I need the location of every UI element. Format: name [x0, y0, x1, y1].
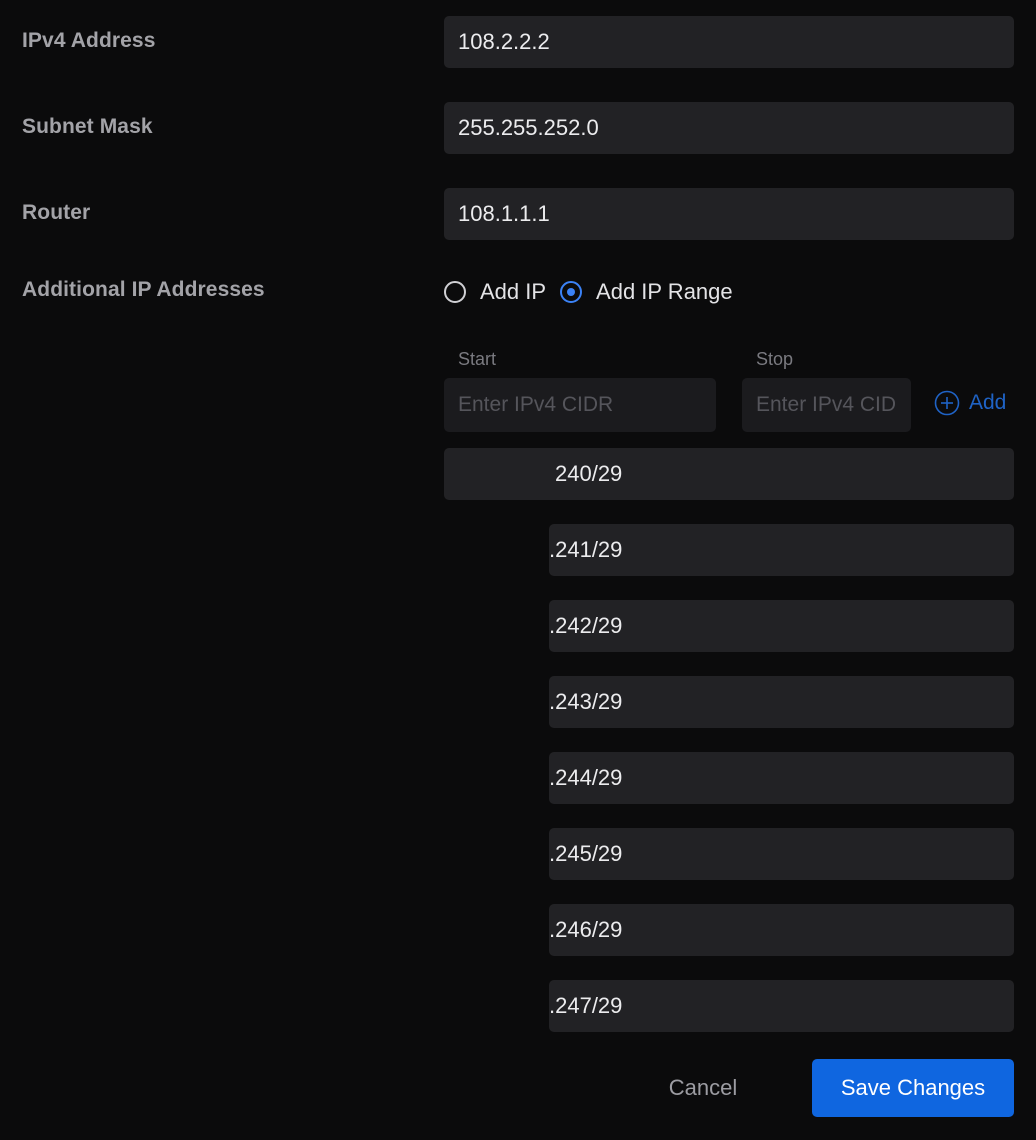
ip-range-entry[interactable]: .241/29: [549, 524, 1014, 576]
ip-range-entry-value: .244/29: [549, 765, 623, 790]
ip-range-entry-value: .247/29: [549, 993, 623, 1018]
add-ip-radio[interactable]: [444, 281, 466, 303]
subnet-mask-field[interactable]: 255.255.252.0: [444, 102, 1014, 154]
ipv4-address-field[interactable]: 108.2.2.2: [444, 16, 1014, 68]
ip-range-entry-value: .246/29: [549, 917, 623, 942]
ip-range-entry[interactable]: 240/29: [444, 448, 1014, 500]
range-start-input[interactable]: [444, 378, 716, 432]
ip-range-entry[interactable]: .243/29: [549, 676, 1014, 728]
range-stop-label: Stop: [756, 349, 794, 369]
ip-range-entry[interactable]: .242/29: [549, 600, 1014, 652]
range-start-label: Start: [458, 349, 497, 369]
add-range-button[interactable]: Add: [934, 390, 1006, 416]
ip-range-entry-value: .241/29: [549, 537, 623, 562]
router-value: 108.1.1.1: [458, 201, 550, 226]
additional-ip-mode-radio-group: Add IP Add IP Range: [444, 278, 747, 306]
router-label: Router: [22, 201, 91, 224]
plus-circle-icon: [934, 390, 960, 416]
ip-range-entry[interactable]: .247/29: [549, 980, 1014, 1032]
ip-range-entry-value: .243/29: [549, 689, 623, 714]
router-field[interactable]: 108.1.1.1: [444, 188, 1014, 240]
ip-range-entry-value: 240/29: [555, 461, 623, 486]
ip-range-entry[interactable]: .245/29: [549, 828, 1014, 880]
ip-range-entry-value: .245/29: [549, 841, 623, 866]
ipv4-address-value: 108.2.2.2: [458, 29, 550, 54]
subnet-mask-value: 255.255.252.0: [458, 115, 599, 140]
ip-range-entry-value: .242/29: [549, 613, 623, 638]
range-stop-input[interactable]: [742, 378, 911, 432]
save-changes-button[interactable]: Save Changes: [812, 1059, 1014, 1117]
add-ip-radio-label[interactable]: Add IP: [480, 279, 546, 305]
add-range-label: Add: [969, 391, 1007, 414]
subnet-mask-label: Subnet Mask: [22, 115, 153, 138]
ip-range-entry[interactable]: .246/29: [549, 904, 1014, 956]
additional-ip-addresses-label: Additional IP Addresses: [22, 278, 265, 301]
add-ip-range-radio-label[interactable]: Add IP Range: [596, 279, 733, 305]
ip-range-entry[interactable]: .244/29: [549, 752, 1014, 804]
cancel-button[interactable]: Cancel: [640, 1060, 766, 1116]
add-ip-range-radio[interactable]: [560, 281, 583, 303]
ipv4-address-label: IPv4 Address: [22, 29, 156, 52]
